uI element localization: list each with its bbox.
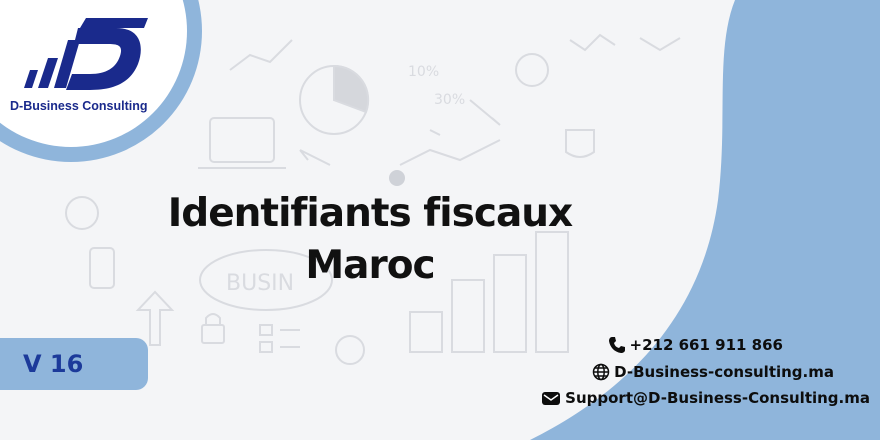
website-link: D-Business-consulting.ma xyxy=(614,363,834,381)
brand-name: D-Business Consulting xyxy=(10,99,148,113)
email-link: Support@D-Business-Consulting.ma xyxy=(565,389,870,407)
banner-canvas: 10% 30% BUSIN D-Business Consulting Iden… xyxy=(0,0,880,440)
contact-website[interactable]: D-Business-consulting.ma xyxy=(592,363,834,381)
phone-icon xyxy=(608,337,625,353)
phone-number: +212 661 911 866 xyxy=(629,336,783,354)
contact-phone[interactable]: +212 661 911 866 xyxy=(608,336,783,354)
mail-icon xyxy=(542,392,561,405)
logo-mark-icon xyxy=(24,18,148,90)
globe-icon xyxy=(592,363,610,381)
version-label: V 16 xyxy=(23,350,84,378)
page-title: Identifiants fiscaux Maroc xyxy=(150,188,590,292)
title-line-1: Identifiants fiscaux xyxy=(167,191,573,236)
contact-email[interactable]: Support@D-Business-Consulting.ma xyxy=(541,389,870,407)
title-line-2: Maroc xyxy=(305,243,435,288)
